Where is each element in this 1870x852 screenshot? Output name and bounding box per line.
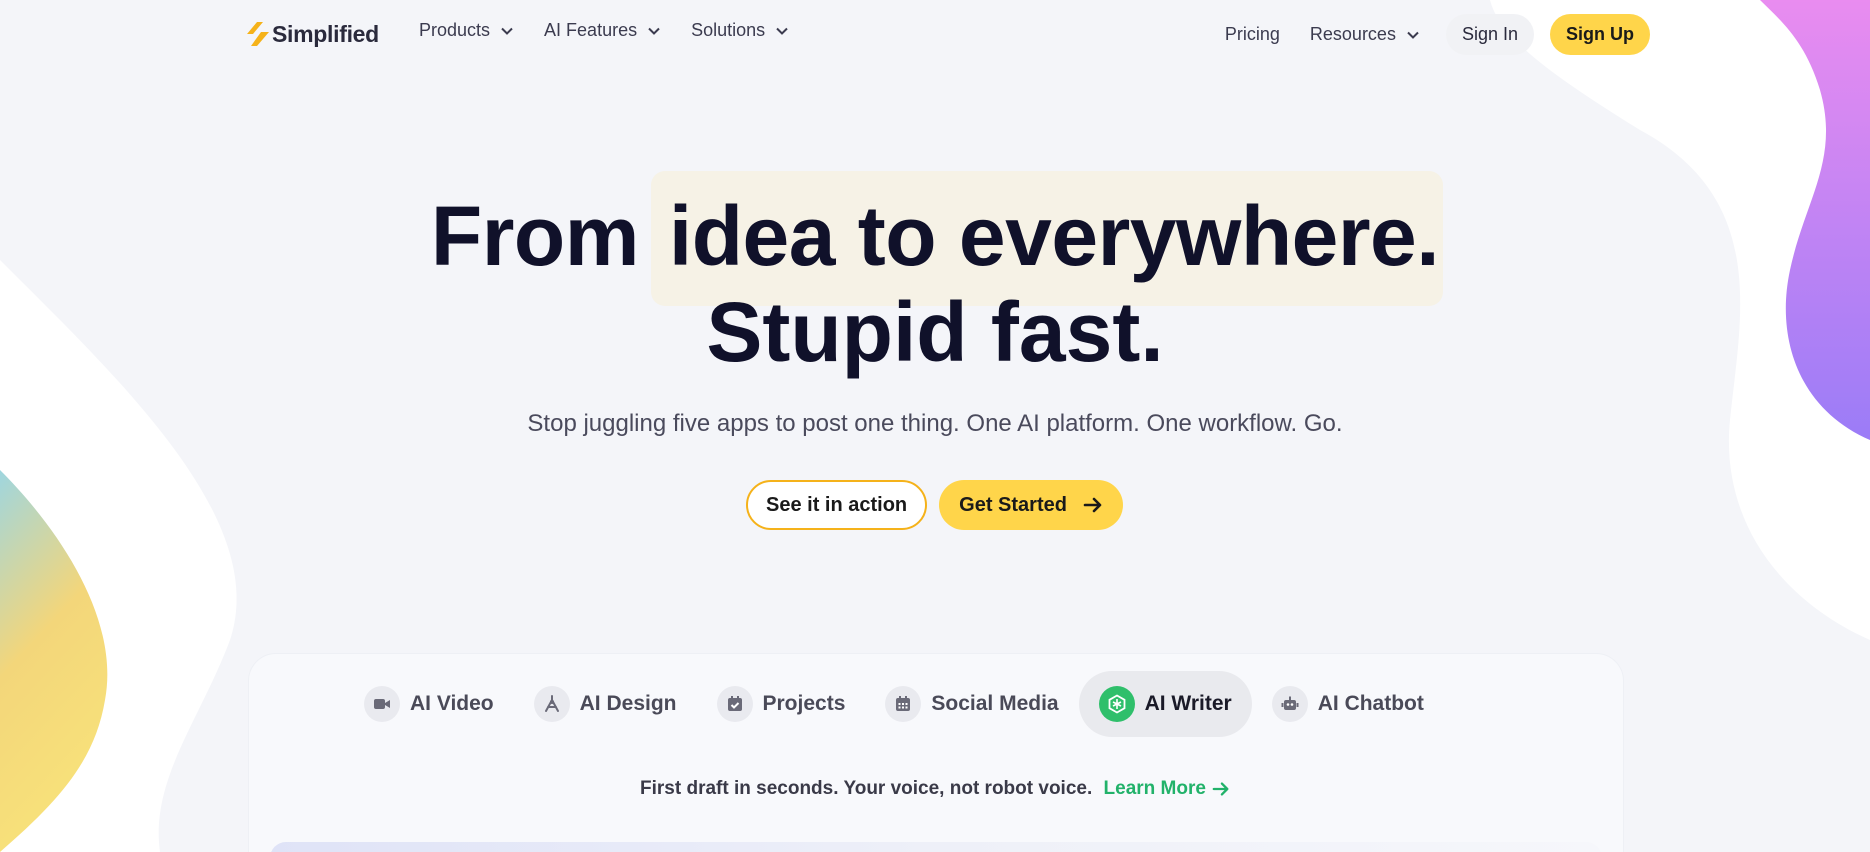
robot-icon <box>1271 686 1308 722</box>
tab-social-media[interactable]: Social Media <box>865 671 1078 737</box>
tab-ai-design-label: AI Design <box>579 692 677 715</box>
lightning-logo-icon <box>247 22 269 46</box>
tab-ai-video[interactable]: AI Video <box>344 671 514 737</box>
tab-ai-writer-label: AI Writer <box>1144 692 1232 715</box>
chevron-down-icon <box>776 27 788 35</box>
ai-writer-logo-icon <box>1098 686 1135 722</box>
feature-tagline: First draft in seconds. Your voice, not … <box>0 778 1870 800</box>
nav-solutions-label: Solutions <box>691 20 766 40</box>
get-started-label: Get Started <box>959 493 1067 516</box>
hero-headline-part-1: From <box>430 189 640 283</box>
nav-ai-features-label: AI Features <box>544 20 638 40</box>
arrow-right-icon <box>1083 497 1102 513</box>
nav-products[interactable]: Products <box>419 20 514 41</box>
hero-headline: From idea to everywhere. <box>0 190 1870 282</box>
hero-headline-part-2: idea to everywhere. <box>668 189 1440 283</box>
chevron-down-icon <box>1407 31 1419 39</box>
pen-tool-icon <box>533 686 570 722</box>
tab-ai-chatbot[interactable]: AI Chatbot <box>1252 671 1444 737</box>
arrow-right-icon <box>1212 782 1229 796</box>
primary-nav: Products AI Features Solutions <box>419 20 789 41</box>
secondary-nav: Pricing Resources Sign In Sign Up <box>1225 14 1650 55</box>
chevron-down-icon <box>501 27 513 35</box>
nav-ai-features[interactable]: AI Features <box>544 20 661 41</box>
chevron-down-icon <box>648 27 660 35</box>
tab-social-media-label: Social Media <box>931 692 1059 715</box>
nav-solutions[interactable]: Solutions <box>691 20 789 41</box>
brand-name: Simplified <box>272 20 379 47</box>
nav-pricing[interactable]: Pricing <box>1225 24 1280 45</box>
sign-up-button[interactable]: Sign Up <box>1550 14 1650 55</box>
nav-pricing-label: Pricing <box>1224 24 1280 44</box>
tab-ai-writer[interactable]: AI Writer <box>1078 671 1252 737</box>
feature-tabs: AI Video AI Design Projects Social Media… <box>344 671 1444 737</box>
tab-ai-video-label: AI Video <box>410 692 494 715</box>
tab-ai-design[interactable]: AI Design <box>514 671 697 737</box>
tab-projects[interactable]: Projects <box>697 671 866 737</box>
calendar-grid-icon <box>885 686 922 722</box>
calendar-check-icon <box>716 686 753 722</box>
hero-subtitle: Stop juggling five apps to post one thin… <box>527 410 1343 437</box>
tab-ai-chatbot-label: AI Chatbot <box>1317 692 1424 715</box>
learn-more-label: Learn More <box>1103 778 1206 799</box>
hero-headline-line-2: Stupid fast. <box>706 285 1164 379</box>
get-started-button[interactable]: Get Started <box>939 480 1123 530</box>
tab-projects-label: Projects <box>762 692 846 715</box>
video-camera-icon <box>364 686 400 722</box>
nav-products-label: Products <box>419 20 491 40</box>
sign-in-button[interactable]: Sign In <box>1445 14 1534 55</box>
nav-resources[interactable]: Resources <box>1310 24 1420 45</box>
feature-preview <box>270 842 1602 852</box>
page: Simplified Products AI Features Solution… <box>0 0 1870 852</box>
logo[interactable]: Simplified <box>247 20 379 48</box>
feature-tagline-text: First draft in seconds. Your voice, not … <box>640 778 1093 799</box>
see-it-in-action-button[interactable]: See it in action <box>746 480 928 530</box>
hero-cta-row: See it in action Get Started <box>746 480 1123 530</box>
top-nav: Simplified Products AI Features Solution… <box>0 0 1870 68</box>
nav-resources-label: Resources <box>1309 24 1396 44</box>
learn-more-link[interactable]: Learn More <box>1104 778 1230 800</box>
